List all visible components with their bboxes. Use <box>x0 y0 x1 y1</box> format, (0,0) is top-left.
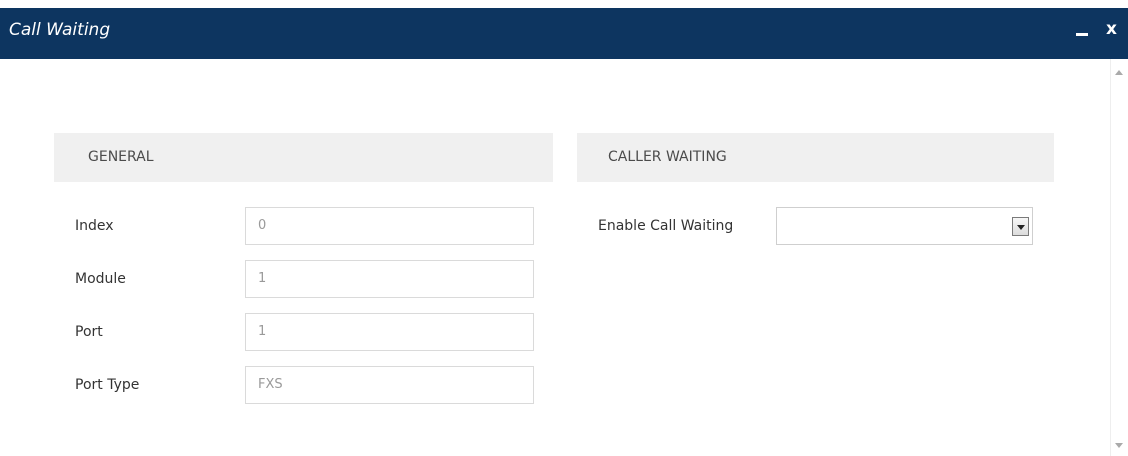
module-field[interactable]: 1 <box>245 260 534 298</box>
index-label: Index <box>75 218 114 234</box>
caller-waiting-section-header: CALLER WAITING <box>577 133 1054 182</box>
general-section-header: GENERAL <box>54 133 553 182</box>
chevron-down-icon[interactable] <box>1012 217 1029 236</box>
scroll-down-icon[interactable] <box>1115 443 1123 448</box>
port-type-label: Port Type <box>75 377 140 393</box>
index-field[interactable]: 0 <box>245 207 534 245</box>
title-controls: x <box>1076 21 1117 38</box>
module-label: Module <box>75 271 126 287</box>
enable-call-waiting-label: Enable Call Waiting <box>598 218 734 234</box>
port-field[interactable]: 1 <box>245 313 534 351</box>
vertical-scrollbar[interactable] <box>1110 59 1128 456</box>
close-icon[interactable]: x <box>1106 21 1117 38</box>
scroll-up-icon[interactable] <box>1115 70 1123 75</box>
port-type-field[interactable]: FXS <box>245 366 534 404</box>
minimize-icon[interactable] <box>1076 33 1089 36</box>
port-label: Port <box>75 324 103 340</box>
call-waiting-dialog: Call Waiting x GENERAL Index 0 Module 1 … <box>0 0 1128 456</box>
dialog-title: Call Waiting <box>9 20 111 40</box>
enable-call-waiting-select[interactable] <box>776 207 1033 245</box>
dialog-titlebar: Call Waiting x <box>0 8 1128 59</box>
